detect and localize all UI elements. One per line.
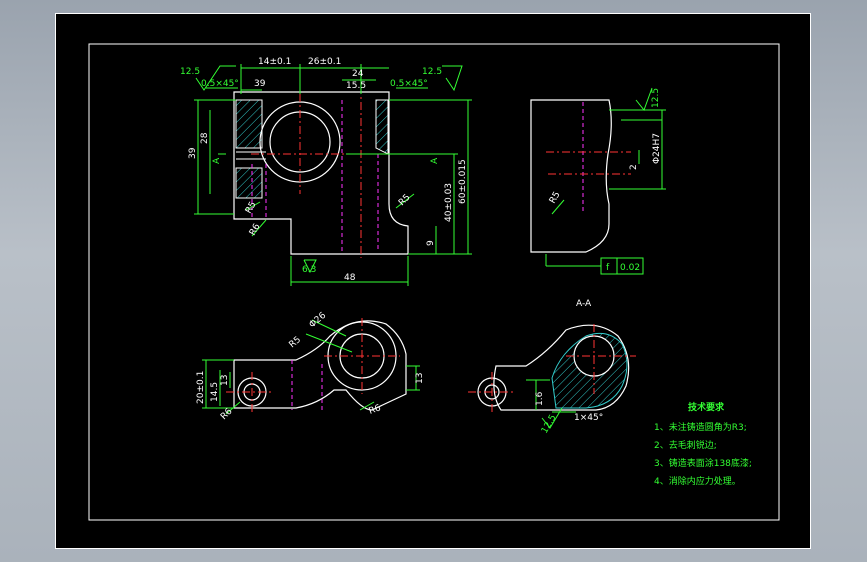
tech-item-1: 1、未注铸造圆角为R3;	[654, 421, 747, 433]
dim-top-4: 15.5	[346, 81, 366, 91]
section-title: A-A	[576, 299, 592, 309]
dim-left-2: 28	[200, 132, 210, 144]
dim-top-2: 26±0.1	[308, 57, 341, 67]
tech-item-4: 4、消除内应力处理。	[654, 475, 741, 487]
side-radius: R5	[548, 190, 563, 205]
section-mark-right: A	[430, 157, 440, 164]
dim-right-3: 9	[426, 240, 436, 246]
chamfer-left: 0.5×45°	[201, 79, 239, 89]
tech-requirements: 技术要求 1、未注铸造圆角为R3; 2、去毛刺锐边; 3、铸造表面涂138底漆;…	[654, 401, 752, 487]
side-surface: 12.5	[651, 88, 661, 108]
dim-top-1: 14±0.1	[258, 57, 291, 67]
tolerance-symbol: f	[606, 263, 610, 273]
top-dim-3: 13	[220, 375, 230, 386]
section-view: A-A 1.6 1×45° 12.5	[468, 299, 636, 436]
tolerance-value: 0.02	[620, 263, 640, 273]
dim-right-2: 40±0.03	[444, 183, 454, 222]
surface-left: 12.5	[180, 67, 200, 77]
top-view: 20±0.1 14.5 13 13 R5 Φ26 R6 R6	[196, 311, 425, 423]
drawing-sheet: 14±0.1 26±0.1 24 15.5 39 12.5 12.5 0.5×4…	[55, 13, 811, 549]
side-dim-bore: Φ24H7	[652, 133, 662, 164]
front-view: 14±0.1 26±0.1 24 15.5 39 12.5 12.5 0.5×4…	[180, 57, 472, 286]
tech-item-2: 2、去毛刺锐边;	[654, 439, 717, 451]
section-dim: 1.6	[535, 391, 545, 406]
top-radius-3: R6	[368, 403, 383, 417]
tech-item-3: 3、铸造表面涂138底漆;	[654, 457, 752, 469]
dim-right-1: 60±0.015	[458, 159, 468, 204]
top-diameter: Φ26	[308, 311, 329, 331]
dim-left-1: 39	[188, 147, 198, 159]
section-surface: 12.5	[540, 413, 559, 435]
dim-top-3: 24	[352, 69, 364, 79]
top-dim-1: 20±0.1	[196, 371, 206, 404]
cad-drawing: 14±0.1 26±0.1 24 15.5 39 12.5 12.5 0.5×4…	[88, 43, 780, 521]
radius-3: R5	[244, 200, 259, 215]
dim-bottom: 48	[344, 273, 356, 283]
section-chamfer: 1×45°	[574, 413, 603, 423]
side-view: 12.5 Φ24H7 2 R5 f 0.02	[530, 87, 666, 275]
section-mark-left: A	[212, 157, 222, 164]
top-dim-2: 14.5	[210, 382, 220, 402]
surface-bottom: 6.3	[302, 265, 316, 275]
surface-right: 12.5	[422, 67, 442, 77]
radius-2: R6	[248, 222, 263, 238]
tech-title: 技术要求	[688, 401, 725, 413]
chamfer-right: 0.5×45°	[390, 79, 428, 89]
top-dim-4: 13	[415, 373, 425, 384]
dim-top-5: 39	[254, 79, 266, 89]
top-radius-1: R5	[288, 335, 304, 350]
side-dim-2: 2	[629, 164, 639, 170]
